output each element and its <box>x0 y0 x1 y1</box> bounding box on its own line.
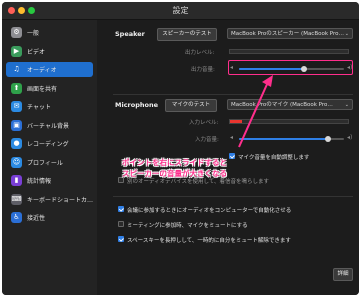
sidebar-item-gear[interactable]: ⚙ 一般 <box>6 25 93 40</box>
sidebar-item-virtual-background[interactable]: ▣ バーチャル背景 <box>6 118 93 133</box>
sidebar-item-label: プロフィール <box>27 159 63 167</box>
sidebar-item-video[interactable]: ▶ ビデオ <box>6 44 93 59</box>
recording-icon: ● <box>11 138 22 149</box>
statistics-icon: ▮ <box>11 175 22 186</box>
speaker-output-level-meter <box>229 49 349 54</box>
microphone-input-level-label: 入力レベル: <box>189 120 219 126</box>
auto-join-audio-label: 会議に参加するときにオーディオをコンピューターで自動化させる <box>127 208 292 214</box>
speaker-section-label: Speaker <box>115 30 145 38</box>
microphone-volume-slider[interactable] <box>239 136 344 142</box>
annotation-line-1: ポイントを右にスライドすると <box>122 158 227 167</box>
test-microphone-button[interactable]: マイクのテスト <box>165 99 217 112</box>
sidebar-item-keyboard[interactable]: ⌨ キーボードショートカ… <box>6 192 93 207</box>
sidebar-item-screen-share[interactable]: ⬆ 画面を共有 <box>6 81 93 96</box>
speaker-volume-label: 出力音量: <box>191 67 215 73</box>
microphone-device-value: MacBook Proのマイク (MacBook Pro… <box>231 102 333 108</box>
test-speaker-button[interactable]: スピーカーのテスト <box>157 28 217 41</box>
video-icon: ▶ <box>11 45 22 57</box>
accessibility-icon: ♿ <box>11 212 22 223</box>
gear-icon: ⚙ <box>11 27 22 38</box>
settings-window: 設定 ⚙ 一般 ▶ ビデオ ♫ オーディオ ⬆ 画面を共有 ✉ チャット ▣ バーチャル背景 ● レコーデ… <box>2 2 359 295</box>
chevron-down-icon: ⌄ <box>344 102 349 108</box>
sidebar-item-label: オーディオ <box>27 67 57 74</box>
sidebar-item-profile[interactable]: ☺ プロフィール <box>6 155 93 170</box>
microphone-volume-label: 入力音量: <box>195 137 219 143</box>
section-divider <box>113 94 353 95</box>
sidebar: ⚙ 一般 ▶ ビデオ ♫ オーディオ ⬆ 画面を共有 ✉ チャット ▣ バーチャル背景 ● レコーディング… <box>2 20 97 295</box>
sidebar-item-label: ビデオ <box>27 48 46 56</box>
virtual-background-icon: ▣ <box>11 119 22 131</box>
sidebar-item-label: 接近性 <box>27 215 46 222</box>
sidebar-item-chat[interactable]: ✉ チャット <box>6 99 93 114</box>
chevron-down-icon: ⌄ <box>344 31 349 37</box>
microphone-device-select[interactable]: MacBook Proのマイク (MacBook Pro… ⌄ <box>227 99 353 110</box>
speaker-device-value: MacBook Proのスピーカー (MacBook Pro… <box>231 31 344 37</box>
window-title: 設定 <box>172 6 189 15</box>
sidebar-item-label: チャット <box>27 104 51 111</box>
auto-join-audio-checkbox[interactable] <box>118 206 124 212</box>
mute-mic-on-join-checkbox[interactable] <box>118 221 124 227</box>
section-divider <box>113 196 353 197</box>
annotation-line-2: スピーカーの音量が大きくなる <box>122 169 227 178</box>
sidebar-item-label: 統計情報 <box>27 178 52 185</box>
microphone-volume-knob[interactable] <box>325 136 332 142</box>
auto-adjust-mic-checkbox[interactable] <box>229 153 235 159</box>
chat-icon: ✉ <box>11 101 22 112</box>
sidebar-item-label: キーボードショートカ… <box>27 196 94 204</box>
keyboard-icon: ⌨ <box>11 193 22 205</box>
title-bar: 設定 <box>2 2 359 20</box>
sidebar-item-accessibility[interactable]: ♿ 接近性 <box>6 210 93 225</box>
sidebar-item-recording[interactable]: ● レコーディング <box>6 136 93 151</box>
volume-high-icon: ◂) <box>347 134 353 141</box>
mute-mic-on-join-label: ミーティングに参加時、マイクをミュートにする <box>127 223 248 229</box>
sidebar-item-label: レコーディング <box>27 141 69 148</box>
auto-adjust-mic-label: マイク音量を自動調整します <box>238 155 310 161</box>
speaker-device-select[interactable]: MacBook Proのスピーカー (MacBook Pro… ⌄ <box>227 28 353 39</box>
sidebar-item-label: 一般 <box>27 30 40 37</box>
sidebar-item-label: バーチャル背景 <box>27 122 69 130</box>
sidebar-item-headphones[interactable]: ♫ オーディオ <box>6 62 93 77</box>
headphones-icon: ♫ <box>13 65 20 73</box>
space-unmute-label: スペースキーを長押しして、一時的に自分をミュート解除できます <box>127 238 291 244</box>
screen-share-icon: ⬆ <box>11 82 22 94</box>
advanced-button[interactable]: 詳細 <box>333 268 353 281</box>
profile-icon: ☺ <box>11 156 22 168</box>
annotation-highlight-box <box>228 60 353 75</box>
microphone-volume-fill <box>239 138 329 140</box>
sidebar-item-statistics[interactable]: ▮ 統計情報 <box>6 173 93 188</box>
microphone-input-level-meter <box>229 119 349 124</box>
sidebar-item-label: 画面を共有 <box>27 85 58 93</box>
microphone-section-label: Microphone <box>115 101 159 109</box>
microphone-input-level-fill <box>230 120 242 123</box>
speaker-output-level-label: 出力レベル: <box>185 50 215 56</box>
space-unmute-checkbox[interactable] <box>118 236 124 242</box>
volume-low-icon: ◂ <box>230 134 234 141</box>
